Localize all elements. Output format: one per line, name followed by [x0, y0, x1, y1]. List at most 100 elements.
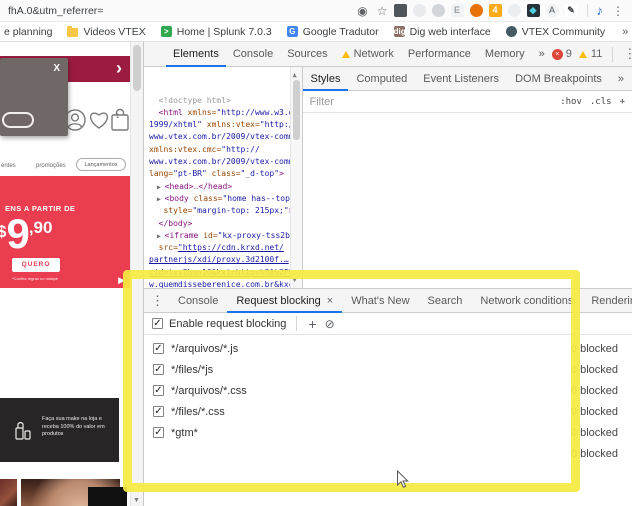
shield-extension-icon[interactable]	[393, 4, 407, 17]
photo-overlay-box	[88, 487, 127, 506]
bookmark-label: Dig web interface	[409, 25, 491, 38]
scroll-down-icon[interactable]: ▼	[133, 497, 140, 504]
grey-circle-extension-icon[interactable]	[431, 4, 445, 17]
benefit-box: Faça sua make na loja e receba 100% do v…	[0, 398, 119, 462]
bookmark-item[interactable]: VTEX Community	[505, 26, 605, 38]
circle-extension-icon[interactable]	[412, 4, 426, 17]
site-nav: entes promoções Lançamentos	[0, 158, 130, 176]
globe-icon	[505, 26, 517, 37]
translate-icon: G	[286, 26, 298, 37]
error-count[interactable]: 9	[566, 48, 572, 60]
code-line[interactable]: <html xmlns="http://www.w3.org/	[149, 107, 302, 119]
code-line[interactable]: style="margin-top: 215px;">…	[149, 205, 298, 217]
carousel-next-icon[interactable]: ›	[116, 58, 122, 79]
person-extension-icon[interactable]	[507, 4, 521, 17]
styles-sidebar: Styles Computed Event Listeners DOM Breakpo…	[301, 67, 632, 288]
warning-count[interactable]: 11	[591, 48, 602, 60]
orange-square-extension-icon[interactable]: 4	[488, 4, 502, 17]
elements-tree[interactable]: <!doctype html> <html xmlns="http://www.…	[144, 67, 302, 288]
code-line[interactable]: www.vtex.com.br/2009/vtex-commerce"	[149, 156, 302, 168]
bookmark-item[interactable]: dig Dig web interface	[393, 25, 491, 38]
toolbar-divider	[586, 4, 588, 17]
devtools-tab-network[interactable]: Network	[335, 42, 401, 67]
scrollbar-thumb[interactable]	[292, 80, 300, 140]
code-line[interactable]: www.vtex.com.br/2009/vtex-common"	[149, 131, 302, 143]
star-bookmark-icon[interactable]: ☆	[377, 4, 388, 18]
devtools-tab-»[interactable]: »	[532, 42, 552, 67]
scrollbar-thumb[interactable]	[133, 45, 141, 91]
dark-blue-extension-icon[interactable]: ◆	[526, 4, 540, 17]
code-line[interactable]: partnerjs/xdi/proxy.3d2100f.…	[149, 254, 289, 266]
devtools-tab-console[interactable]: Console	[226, 42, 280, 67]
tab-label: Rendering	[591, 294, 632, 307]
new-rule-button[interactable]: +	[620, 97, 625, 107]
nav-link[interactable]: entes	[1, 163, 16, 169]
pen-extension-icon[interactable]: ✎	[564, 4, 578, 17]
tab-label: Sources	[287, 47, 328, 60]
bookmark-item[interactable]: e planning	[4, 26, 52, 38]
bookmark-item[interactable]: G Google Tradutor	[286, 25, 379, 38]
code-line[interactable]: </body>	[149, 218, 288, 230]
send-icon[interactable]: ◉	[357, 4, 367, 18]
splunk-icon: >	[160, 26, 172, 37]
hover-toggle[interactable]: :hov	[560, 97, 582, 107]
music-extension-icon[interactable]: ♪	[597, 3, 604, 18]
code-line[interactable]: src="https://cdn.krxd.net/	[149, 242, 288, 254]
bookmark-item[interactable]: > Home | Splunk 7.0.3	[160, 26, 272, 38]
code-line[interactable]: lang="pt-BR" class="_d-top">	[149, 168, 288, 180]
styles-tab-event-listeners[interactable]: Event Listeners	[415, 67, 507, 91]
webpage-viewport: › X 1 entes promoções Lançamentos ENS A …	[0, 42, 130, 506]
nav-launches-button[interactable]: Lançamentos	[76, 158, 126, 171]
bookmarks-overflow-icon[interactable]: »	[622, 26, 628, 38]
styles-tab-computed[interactable]: Computed	[348, 67, 415, 91]
nav-link[interactable]: promoções	[36, 163, 66, 169]
popup-close-icon[interactable]: X	[53, 63, 60, 74]
elements-scrollbar[interactable]: ▲ ▼	[289, 67, 302, 288]
code-line[interactable]: ▶ <body class="home has--topbanner"	[149, 193, 302, 205]
bookmark-item[interactable]: Videos VTEX	[67, 25, 146, 38]
devtools-tab-performance[interactable]: Performance	[401, 42, 478, 67]
devtools-menu-icon[interactable]: ⋮	[616, 46, 632, 62]
tab-label: Network	[353, 47, 394, 60]
url-text[interactable]: fhA.0&utm_referrer=	[8, 5, 103, 17]
mouse-cursor	[397, 470, 409, 488]
code-line[interactable]: 1999/xhtml" xmlns:vtex="http://	[149, 119, 298, 131]
devtools-tab-elements[interactable]: Elements	[166, 42, 226, 67]
product-photo[interactable]	[0, 479, 17, 506]
toolbar-divider	[612, 46, 614, 62]
dig-icon: dig	[393, 26, 406, 37]
browser-menu-icon[interactable]: ⋮	[612, 4, 624, 18]
bookmark-label: Google Tradutor	[302, 25, 379, 38]
letter-a-extension-icon[interactable]: A	[545, 4, 559, 17]
code-line[interactable]: <!doctype html>	[149, 95, 288, 107]
devtools-tab-sources[interactable]: Sources	[280, 42, 334, 67]
styles-tab-styles[interactable]: Styles	[303, 67, 349, 91]
benefit-text: Faça sua make na loja e receba 100% do v…	[42, 416, 105, 437]
code-line[interactable]: ▶ <head>…</head>	[149, 181, 288, 193]
wishlist-heart-icon[interactable]	[88, 110, 110, 130]
styles-filter-input[interactable]: Filter	[310, 96, 334, 108]
styles-tab-»[interactable]: »	[610, 67, 632, 91]
styles-tab-dom-breakpoints[interactable]: DOM Breakpoints	[507, 67, 610, 91]
warning-badge-icon[interactable]	[578, 50, 587, 58]
error-badge-icon[interactable]: ×	[551, 48, 563, 60]
orange-dot-extension-icon[interactable]	[469, 4, 483, 17]
devtools-toolbar: Elements Console Sources Network Performance…	[144, 42, 632, 67]
promo-banner[interactable]: ENS A PARTIR DE $9,90 QUERO *Confira reg…	[0, 176, 130, 288]
tab-label: Console	[232, 47, 274, 60]
class-toggle[interactable]: .cls	[590, 97, 612, 107]
tab-label: Elements	[173, 47, 219, 60]
devtools-tab-memory[interactable]: Memory	[478, 42, 532, 67]
drawer-tab-rendering[interactable]: Rendering	[582, 289, 632, 313]
styles-content	[302, 113, 632, 288]
warning-icon	[341, 50, 350, 58]
popup-button[interactable]	[2, 112, 34, 128]
code-line[interactable]: ▶ <iframe id="kx-proxy-tss2bmn10"	[149, 230, 302, 242]
letter-e-extension-icon[interactable]: E	[450, 4, 464, 17]
folder-icon	[67, 26, 79, 37]
notification-popup: X	[0, 58, 68, 136]
bookmark-label: Videos VTEX	[83, 25, 146, 38]
code-line[interactable]: xmlns:vtex.cmc="http://	[149, 144, 288, 156]
cart-bag-icon[interactable]	[110, 108, 130, 132]
promo-cta-button[interactable]: QUERO	[12, 258, 60, 272]
